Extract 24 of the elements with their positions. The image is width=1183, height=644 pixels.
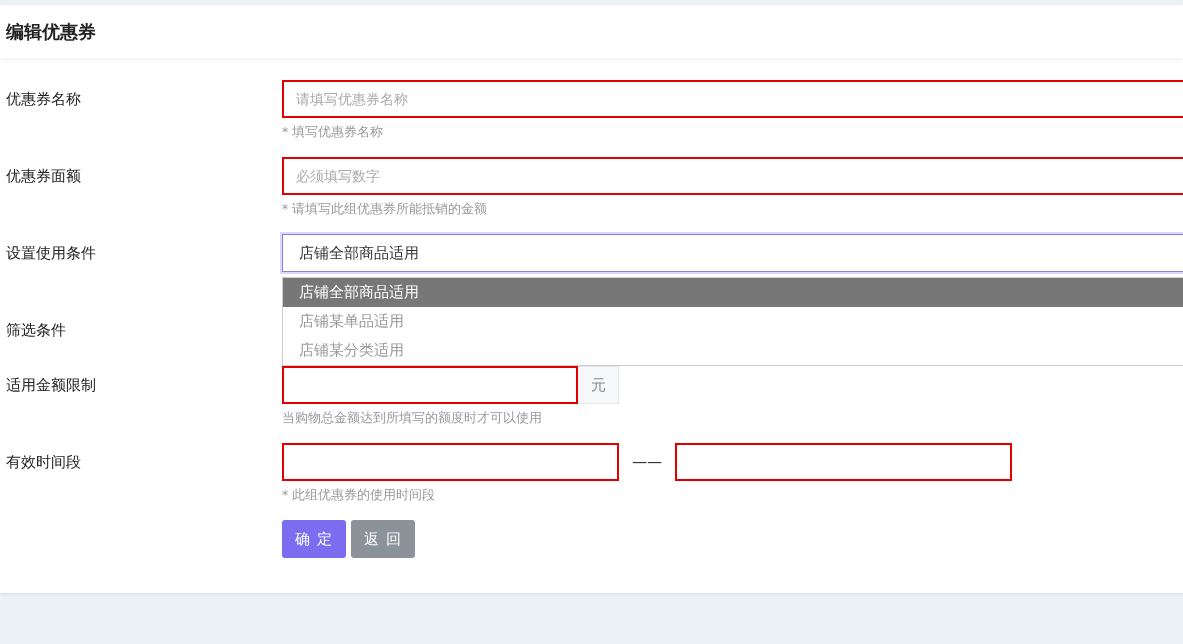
field-label: 筛选条件: [5, 320, 67, 341]
help-text: 当购物总金额达到所填写的额度时才可以使用: [282, 410, 543, 427]
help-text: * 请填写此组优惠券所能抵销的金额: [282, 201, 489, 218]
field-label: 优惠券面额: [5, 166, 82, 187]
field-label: 适用金额限制: [5, 375, 97, 396]
dropdown-option[interactable]: 店铺某单品适用: [283, 307, 1183, 336]
field-label: 有效时间段: [5, 452, 82, 473]
field-label: 优惠券名称: [5, 89, 82, 110]
input-field[interactable]: 请填写优惠券名称: [282, 80, 1183, 118]
page-title: 编辑优惠券: [6, 19, 96, 44]
help-text: * 填写优惠券名称: [282, 124, 385, 141]
back-button[interactable]: 返 回: [350, 520, 415, 558]
confirm-button[interactable]: 确 定: [282, 520, 346, 558]
field-label: 设置使用条件: [5, 243, 97, 264]
input-field[interactable]: 必须填写数字: [282, 157, 1183, 195]
help-text: * 此组优惠券的使用时间段: [282, 487, 437, 504]
date-field[interactable]: [675, 443, 1012, 481]
date-field[interactable]: [282, 443, 619, 481]
input-field[interactable]: [282, 366, 578, 404]
range-separator: ——: [631, 453, 663, 471]
unit-label: 元: [578, 366, 619, 404]
dropdown-option[interactable]: 店铺全部商品适用: [283, 278, 1183, 307]
select-field[interactable]: 店铺全部商品适用: [282, 234, 1183, 272]
dropdown-option[interactable]: 店铺某分类适用: [283, 336, 1183, 365]
